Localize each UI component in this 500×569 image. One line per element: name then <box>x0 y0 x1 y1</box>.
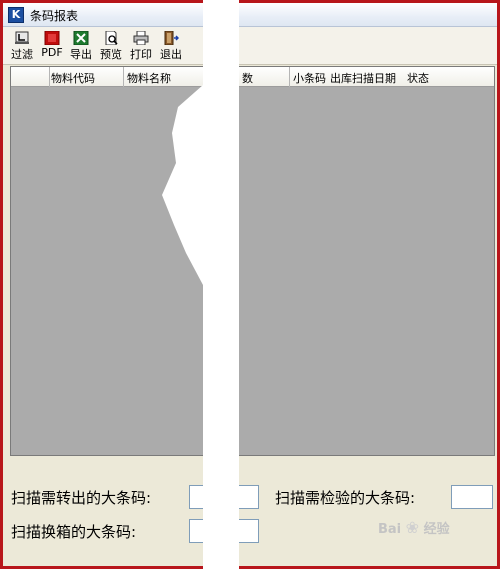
window-title: 条码报表 <box>30 9 79 23</box>
column-header-outbound-scan-date[interactable]: 出库扫描日期 <box>330 70 396 86</box>
filter-label: 过滤 <box>11 48 33 61</box>
preview-button[interactable]: 预览 <box>98 29 124 63</box>
baidu-watermark: Bai ❀ 经验 <box>378 518 450 537</box>
column-separator <box>289 67 290 87</box>
paw-icon: ❀ <box>405 518 420 537</box>
filter-icon <box>15 31 29 44</box>
scan-panel: 扫描需转出的大条码: 扫描需检验的大条码: 扫描换箱的大条码: <box>3 457 497 562</box>
printer-icon <box>133 31 149 45</box>
watermark-text: Bai <box>378 522 402 537</box>
exit-label: 退出 <box>160 48 182 61</box>
print-button[interactable]: 打印 <box>128 29 154 63</box>
torn-paper-overlay <box>162 85 203 285</box>
toolbar: 过滤 PDF 导出 预览 打印 退出 <box>3 27 497 65</box>
transfer-out-barcode-label: 扫描需转出的大条码: <box>11 489 152 507</box>
preview-label: 预览 <box>100 48 122 61</box>
column-header-status[interactable]: 状态 <box>407 70 429 86</box>
app-icon: K <box>8 7 24 23</box>
inspect-barcode-input[interactable] <box>451 485 493 509</box>
rebox-barcode-label: 扫描换箱的大条码: <box>11 523 137 541</box>
print-preview-icon <box>105 31 118 45</box>
pdf-label: PDF <box>41 46 63 59</box>
grid-header: 物料代码 物料名称 数 小条码 出库扫描日期 状态 <box>11 67 494 87</box>
column-header-quantity[interactable]: 数 <box>242 70 253 86</box>
print-label: 打印 <box>130 48 152 61</box>
export-button[interactable]: 导出 <box>68 29 94 63</box>
column-separator <box>49 67 50 87</box>
watermark-text-2: 经验 <box>423 522 450 537</box>
filter-button[interactable]: 过滤 <box>9 29 35 63</box>
inspect-barcode-label: 扫描需检验的大条码: <box>275 489 416 507</box>
excel-export-icon <box>73 31 89 45</box>
pdf-icon <box>44 31 60 45</box>
export-label: 导出 <box>70 48 92 61</box>
column-separator <box>123 67 124 87</box>
exit-icon <box>164 31 179 45</box>
exit-button[interactable]: 退出 <box>158 29 184 63</box>
report-grid[interactable]: 物料代码 物料名称 数 小条码 出库扫描日期 状态 <box>10 66 495 456</box>
title-bar: K 条码报表 <box>3 3 497 27</box>
column-header-small-barcode[interactable]: 小条码 <box>293 70 326 86</box>
pdf-button[interactable]: PDF <box>39 29 65 63</box>
column-header-material-code[interactable]: 物料代码 <box>51 70 95 86</box>
column-header-material-name[interactable]: 物料名称 <box>127 70 171 86</box>
